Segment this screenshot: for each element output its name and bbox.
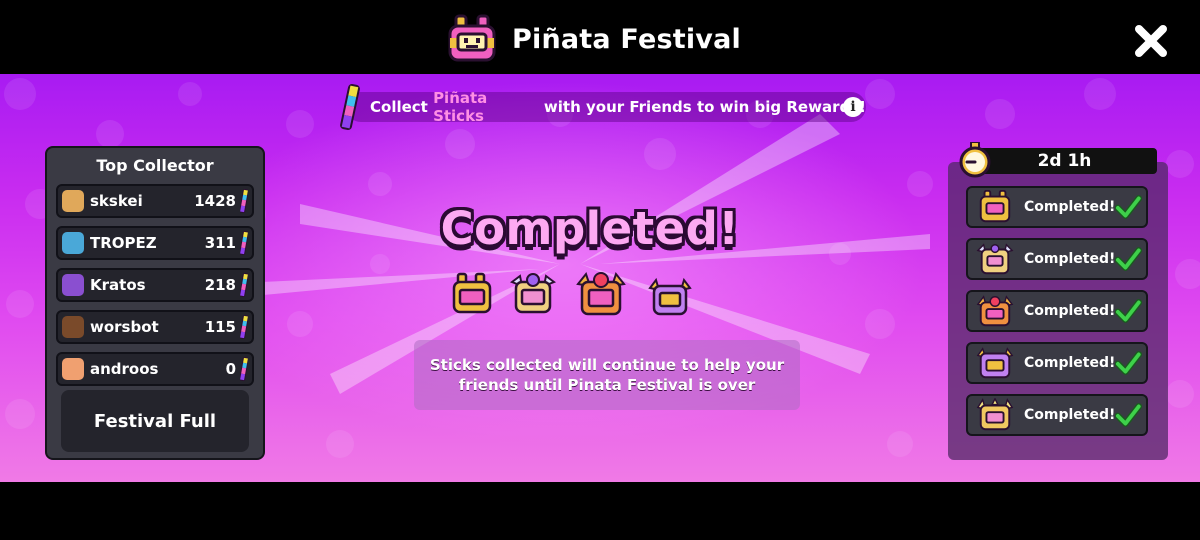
pinata-icon: [976, 295, 1014, 327]
player-count: 115: [204, 318, 236, 336]
avatar: [62, 358, 84, 380]
stopwatch-icon: [959, 142, 991, 178]
festival-full-button[interactable]: Festival Full: [61, 390, 249, 452]
player-count: 0: [225, 360, 236, 378]
pinata-icon-2: [509, 273, 557, 314]
banner-highlight: Piñata Sticks: [433, 89, 488, 125]
info-banner: Collect Piñata Sticks with your Friends …: [346, 89, 866, 125]
player-name: Kratos: [90, 276, 146, 294]
leaderboard-row: androos 0: [56, 352, 254, 386]
player-name: TROPEZ: [90, 234, 157, 252]
player-name: worsbot: [90, 318, 159, 336]
event-timer: 2d 1h: [972, 148, 1157, 174]
check-icon: [1115, 195, 1142, 219]
player-count: 311: [204, 234, 236, 252]
pinata-stick-icon: [240, 315, 248, 339]
leaderboard-row: Kratos 218: [56, 268, 254, 302]
bottom-bar: [0, 482, 1200, 540]
check-icon: [1115, 299, 1142, 323]
avatar: [62, 232, 84, 254]
banner-text-before: Collect: [370, 98, 434, 116]
pinata-icon: [979, 190, 1011, 223]
timer-text: 2d 1h: [1037, 151, 1092, 171]
tier-status: Completed!: [1024, 251, 1116, 267]
leaderboard-row: skskei 1428: [56, 184, 254, 218]
tier-status: Completed!: [1024, 407, 1116, 423]
player-count: 1428: [194, 192, 236, 210]
pinata-icon-4: [648, 277, 692, 316]
festival-stage: Collect Piñata Sticks with your Friends …: [0, 74, 1200, 482]
leaderboard-title: Top Collector: [96, 156, 214, 175]
avatar: [62, 190, 84, 212]
leaderboard-row: worsbot 115: [56, 310, 254, 344]
completed-headline: Completed!: [440, 202, 740, 255]
check-icon: [1115, 247, 1142, 271]
info-line-2: friends until Pinata Festival is over: [458, 376, 756, 394]
banner-text-after: with your Friends to win big Rewards!: [538, 98, 866, 116]
tier-status: Completed!: [1024, 355, 1116, 371]
pinata-stick-icon: [240, 189, 248, 213]
info-icon[interactable]: i: [843, 97, 863, 117]
tier-row[interactable]: Completed!: [966, 238, 1148, 280]
top-collector-panel: Top Collector skskei 1428 TROPEZ 311 Kra…: [45, 146, 265, 460]
tier-status: Completed!: [1024, 303, 1116, 319]
pinata-icon: [976, 243, 1014, 275]
check-icon: [1115, 351, 1142, 375]
continue-info-box: Sticks collected will continue to help y…: [414, 340, 800, 410]
title-bar: Piñata Festival: [0, 0, 1200, 74]
player-name: skskei: [90, 192, 143, 210]
avatar: [62, 274, 84, 296]
tier-status: Completed!: [1024, 199, 1116, 215]
page-title: Piñata Festival: [512, 23, 741, 55]
pinata-stick-icon: [240, 231, 248, 255]
pinata-tier-icons: [452, 271, 692, 316]
reward-tiers-panel: Completed! Completed! Completed! Complet…: [948, 162, 1168, 460]
pinata-stick-icon: [240, 357, 248, 381]
pinata-icon: [976, 398, 1014, 431]
player-count: 218: [204, 276, 236, 294]
leaderboard-row: TROPEZ 311: [56, 226, 254, 260]
title-group: Piñata Festival: [446, 14, 741, 64]
check-icon: [1115, 403, 1142, 427]
player-name: androos: [90, 360, 159, 378]
info-line-1: Sticks collected will continue to help y…: [429, 356, 785, 374]
pinata-icon: [976, 347, 1014, 379]
tier-row[interactable]: Completed!: [966, 290, 1148, 332]
avatar: [62, 316, 84, 338]
pinata-icon-3: [576, 271, 626, 316]
pinata-icon: [448, 14, 496, 62]
tier-row[interactable]: Completed!: [966, 342, 1148, 384]
tier-row[interactable]: Completed!: [966, 186, 1148, 228]
pinata-icon-1: [452, 272, 492, 314]
pinata-stick-icon: [340, 83, 360, 131]
close-icon[interactable]: [1132, 22, 1170, 60]
tier-row[interactable]: Completed!: [966, 394, 1148, 436]
pinata-stick-icon: [240, 273, 248, 297]
